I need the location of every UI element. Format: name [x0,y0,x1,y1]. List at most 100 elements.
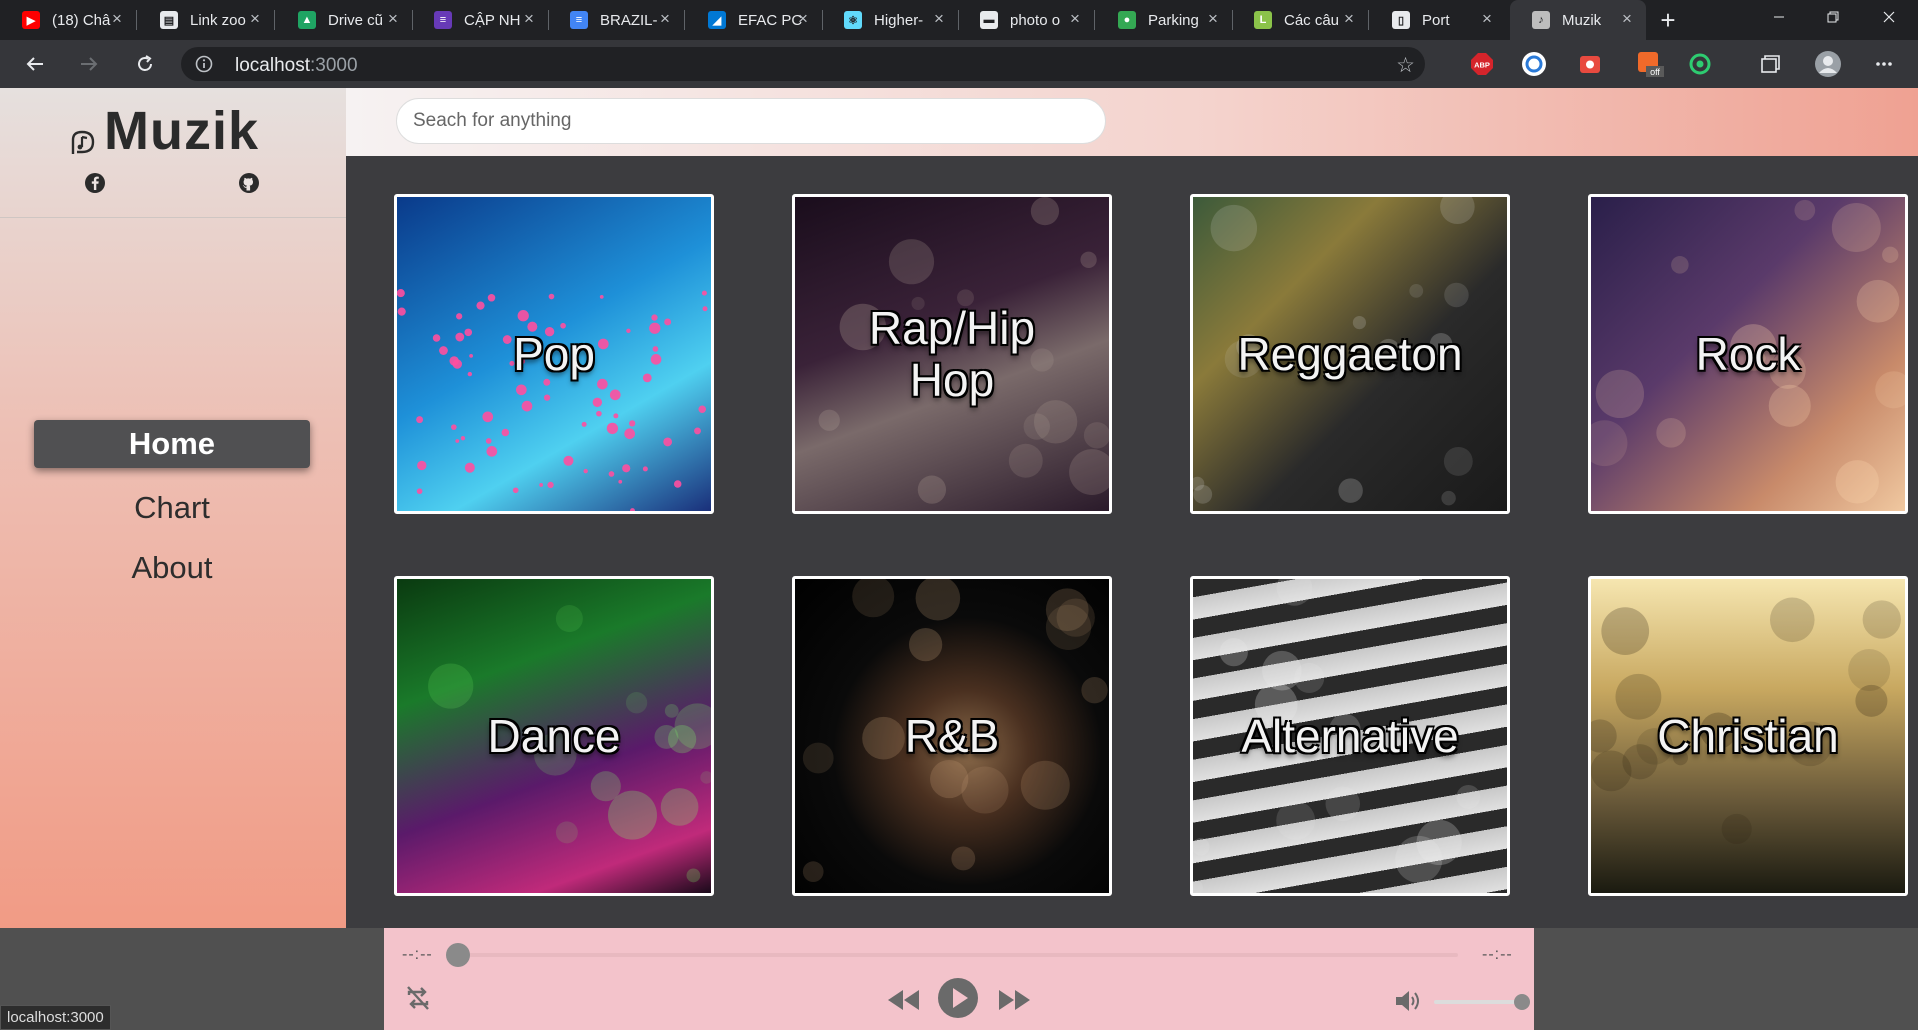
browser-tab[interactable]: ♪ Muzik × [1510,0,1646,40]
tab-close-icon[interactable]: × [656,10,674,28]
tab-close-icon[interactable]: × [108,10,126,28]
tab-l-icon: L [1254,11,1272,29]
reload-button[interactable] [129,48,161,80]
adblock-extension-icon[interactable]: ABP [1468,50,1496,78]
unsplash-icon: ▬ [980,11,998,29]
collections-icon[interactable] [1756,50,1784,78]
play-icon [938,978,978,1018]
browser-tab[interactable]: ▲ Drive cũ × [276,0,412,40]
browser-tab[interactable]: ≡ CẬP NH × [412,0,548,40]
genre-card[interactable]: Christian [1588,576,1908,896]
status-url-tooltip: localhost:3000 [0,1005,111,1030]
svg-text:ABP: ABP [1474,61,1490,70]
tab-close-icon[interactable]: × [794,10,812,28]
back-button[interactable] [19,48,51,80]
tab-close-icon[interactable]: × [1340,10,1358,28]
site-info-icon[interactable] [195,55,213,78]
new-tab-button[interactable]: + [1654,6,1682,34]
browser-tab[interactable]: ▬ photo o × [958,0,1094,40]
genre-name: Rock [1695,328,1801,380]
browser-tab[interactable]: ● Parking × [1096,0,1232,40]
genre-card[interactable]: Dance [394,576,714,896]
muzik-logo-icon: ♪ [1532,11,1550,29]
nav-item-home[interactable]: Home [34,420,310,468]
github-icon [239,173,259,193]
nav-item-chart[interactable]: Chart [34,484,310,532]
forward-button[interactable] [73,48,105,80]
top-search-bar [346,88,1918,156]
browser-tab[interactable]: L Các câu × [1232,0,1368,40]
bookmark-star-icon[interactable]: ☆ [1396,53,1415,78]
address-bar[interactable]: localhost:3000 ☆ [181,47,1425,81]
browser-tab[interactable]: ≡ BRAZIL- × [548,0,684,40]
genre-name: Alternative [1241,710,1459,762]
browser-tab[interactable]: ◢ EFAC PC × [686,0,822,40]
brand-logo[interactable]: Muzik [68,100,259,162]
fast-forward-icon [999,990,1030,1010]
tab-close-icon[interactable]: × [384,10,402,28]
profile-avatar-icon[interactable] [1814,50,1842,78]
close-window-button[interactable] [1866,0,1912,34]
browser-toolbar: localhost:3000 ☆ ABP off [0,40,1918,88]
volume-handle[interactable] [1514,994,1530,1010]
react-icon: ⚛ [844,11,862,29]
mute-button[interactable] [1392,986,1424,1016]
tab-separator [274,10,275,30]
browser-tab[interactable]: ⚛ Higher- × [822,0,958,40]
fast-forward-button[interactable] [996,986,1032,1014]
restore-window-button[interactable] [1810,0,1856,34]
search-input[interactable] [396,98,1106,144]
browser-tab[interactable]: ▯ Port × [1370,0,1506,40]
progress-bar[interactable] [458,953,1458,957]
tab-close-icon[interactable]: × [1478,10,1496,28]
volume-slider[interactable] [1434,1000,1520,1004]
genre-card[interactable]: Reggaeton [1190,194,1510,514]
rewind-button[interactable] [886,986,922,1014]
genre-card[interactable]: Alternative [1190,576,1510,896]
tab-separator [1368,10,1369,30]
github-link[interactable] [238,172,260,194]
off-toggle-extension-icon[interactable]: off [1636,50,1664,78]
tab-close-icon[interactable]: × [520,10,538,28]
document-icon: ▤ [160,11,178,29]
browser-menu-icon[interactable] [1870,50,1898,78]
tab-close-icon[interactable]: × [1618,10,1636,28]
minimize-icon [1774,16,1784,18]
current-time: --:-- [402,946,433,963]
tab-close-icon[interactable]: × [930,10,948,28]
tab-separator [136,10,137,30]
genre-card[interactable]: Rap/Hip Hop [792,194,1112,514]
tab-close-icon[interactable]: × [246,10,264,28]
repeat-off-icon [407,986,429,1010]
forms-icon: ≡ [434,11,452,29]
tab-close-icon[interactable]: × [1066,10,1084,28]
circle-extension-icon[interactable] [1520,50,1548,78]
brand-name: Muzik [104,101,260,161]
genre-card[interactable]: R&B [792,576,1112,896]
play-button[interactable] [936,976,980,1020]
genre-name: Rap/Hip Hop [868,302,1036,406]
rewind-icon [888,990,919,1010]
green-ring-extension-icon[interactable] [1686,50,1714,78]
progress-handle[interactable] [446,943,470,967]
genre-card[interactable]: Rock [1588,194,1908,514]
genre-card[interactable]: Pop [394,194,714,514]
google-drive-icon: ▲ [298,11,316,29]
svg-text:off: off [1650,67,1660,77]
muzik-logo-icon [71,130,95,154]
address-url: localhost:3000 [235,55,358,77]
red-extension-icon[interactable] [1576,50,1604,78]
volume-icon [1396,991,1419,1011]
browser-tab[interactable]: ▤ Link zoo × [138,0,274,40]
browser-tab[interactable]: ▶ (18) Châ × [0,0,136,40]
minimize-window-button[interactable] [1756,0,1802,34]
repeat-toggle-button[interactable] [402,982,434,1014]
facebook-icon [85,173,105,193]
azure-icon: ◢ [708,11,726,29]
sidebar: Muzik Home Chart About [0,88,346,928]
tab-close-icon[interactable]: × [1204,10,1222,28]
facebook-link[interactable] [84,172,106,194]
tab-separator [1094,10,1095,30]
nav-item-about[interactable]: About [34,544,310,592]
browser-tab-strip: + ▶ (18) Châ × ▤ Link zoo × ▲ Drive cũ × ≡ CẬP NH ×… [0,0,1918,40]
